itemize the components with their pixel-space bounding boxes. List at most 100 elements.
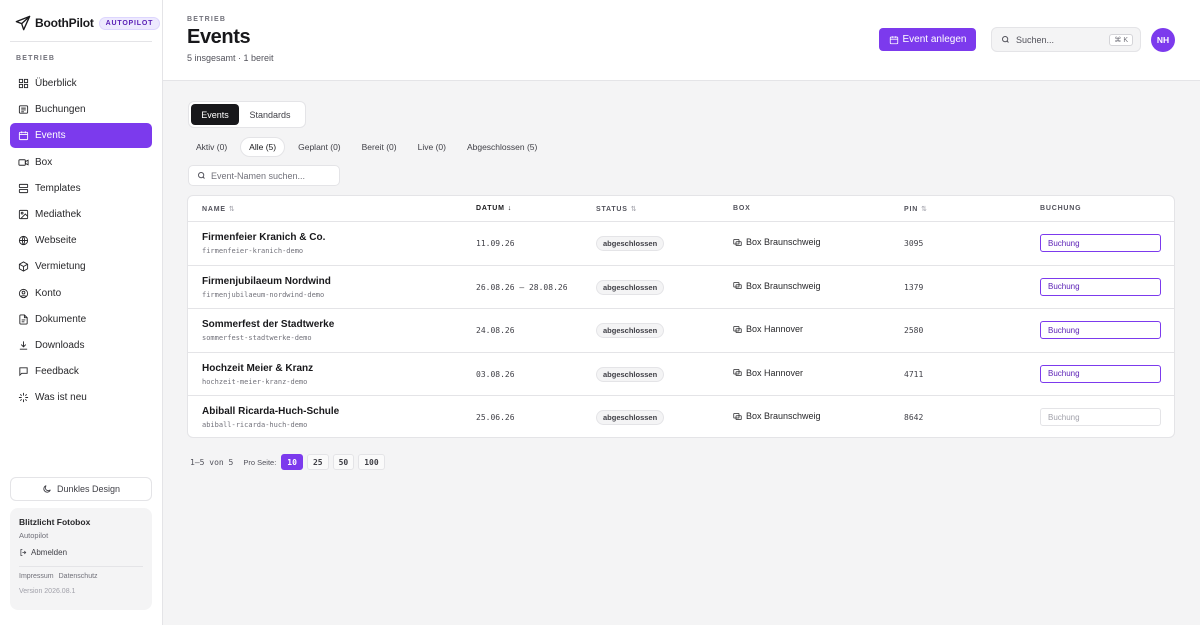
event-pin: 4711 [904, 369, 924, 379]
create-event-button[interactable]: Event anlegen [879, 28, 976, 51]
event-slug: abiball-ricarda-huch-demo [202, 421, 308, 429]
event-pin: 8642 [904, 413, 924, 422]
tab-events[interactable]: Events [191, 104, 239, 125]
global-search[interactable]: Suchen... ⌘ K [991, 27, 1141, 52]
event-slug: firmenjubilaeum-nordwind-demo [202, 290, 325, 299]
booking-button[interactable]: Buchung [1040, 364, 1161, 383]
event-pin: 2580 [904, 326, 924, 335]
list-icon [18, 105, 29, 114]
sidebar-item-buchungen[interactable]: Buchungen [10, 97, 152, 122]
filter-geplant[interactable]: Geplant (0) [290, 137, 349, 157]
sidebar-item-events[interactable]: Events [10, 123, 152, 149]
event-box: Box Braunschweig [733, 411, 821, 421]
brand-name: BoothPilot [35, 16, 94, 30]
filter-aktiv[interactable]: Aktiv (0) [188, 137, 235, 157]
tab-standards[interactable]: Standards [239, 104, 301, 125]
event-name[interactable]: Hochzeit Meier & Kranz [202, 363, 313, 374]
booking-button[interactable]: Buchung [1040, 408, 1161, 426]
filter-abgeschlossen[interactable]: Abgeschlossen (5) [459, 137, 545, 157]
sidebar-item-templates[interactable]: Templates [10, 176, 152, 201]
booking-button[interactable]: Buchung [1040, 277, 1161, 296]
event-name[interactable]: Firmenjubilaeum Nordwind [202, 276, 331, 287]
image-icon [18, 209, 29, 220]
event-search-input[interactable] [211, 170, 336, 181]
imprint-link[interactable]: Impressum [19, 573, 54, 580]
brand[interactable]: BoothPilot AUTOPILOT [15, 14, 161, 32]
sidebar-nav: Überblick Buchungen Events Box Templates… [10, 71, 152, 411]
table-row[interactable]: Abiball Ricarda-Huch-Schule abiball-rica… [188, 396, 1174, 437]
event-slug: sommerfest-stadtwerke-demo [202, 334, 312, 342]
table-row[interactable]: Firmenfeier Kranich & Co. firmenfeier-kr… [188, 222, 1174, 266]
sidebar-item-label: Templates [35, 182, 81, 194]
logout-button[interactable]: Abmelden [19, 548, 143, 557]
table-row[interactable]: Hochzeit Meier & Kranz hochzeit-meier-kr… [188, 353, 1174, 396]
per-page-50[interactable]: 50 [332, 454, 355, 470]
per-page-25[interactable]: 25 [306, 454, 329, 470]
account-divider [19, 566, 143, 567]
booking-button[interactable]: Buchung [1040, 234, 1161, 252]
pagination-range: 1–5 von 5 [190, 457, 234, 467]
event-box: Box Braunschweig [733, 237, 821, 247]
column-label: DATUM [476, 205, 505, 212]
sidebar-item-dokumente[interactable]: Dokumente [10, 307, 152, 332]
global-search-placeholder: Suchen... [1016, 34, 1055, 45]
sidebar-item-vermietung[interactable]: Vermietung [10, 254, 152, 279]
column-label: PIN [904, 205, 919, 213]
table-header: NAME ⇅ DATUM ↓ STATUS ⇅ BOX PIN ⇅ BUCHUNG [188, 196, 1174, 222]
table-row[interactable]: Firmenjubilaeum Nordwind firmenjubilaeum… [188, 266, 1174, 309]
file-icon [19, 314, 28, 325]
event-box: Box Braunschweig [733, 281, 821, 291]
event-search [188, 165, 340, 186]
page-header: BETRIEB Events 5 insgesamt · 1 bereit Ev… [163, 0, 1200, 81]
column-label: STATUS [596, 205, 628, 213]
filter-alle[interactable]: Alle (5) [240, 137, 286, 157]
create-event-label: Event anlegen [902, 34, 967, 45]
avatar[interactable]: NH [1151, 28, 1175, 52]
booking-button[interactable]: Buchung [1040, 321, 1161, 339]
table-row[interactable]: Sommerfest der Stadtwerke sommerfest-sta… [188, 309, 1174, 353]
per-page-100[interactable]: 100 [358, 454, 385, 470]
event-date: 03.08.26 [476, 369, 515, 379]
sidebar-item-downloads[interactable]: Downloads [10, 333, 152, 358]
sidebar-item-feedback[interactable]: Feedback [10, 359, 152, 384]
sidebar-item-box[interactable]: Box [10, 150, 152, 175]
package-icon [18, 261, 29, 272]
filter-live[interactable]: Live (0) [410, 137, 454, 157]
column-pin[interactable]: PIN ⇅ [904, 205, 928, 214]
sidebar-item-was-ist-neu[interactable]: Was ist neu [10, 385, 152, 410]
download-icon [19, 341, 28, 350]
event-date: 25.06.26 [476, 413, 515, 422]
globe-icon [18, 236, 29, 246]
event-name[interactable]: Firmenfeier Kranich & Co. [202, 232, 325, 243]
account-plan: Autopilot [19, 531, 49, 540]
column-datum[interactable]: DATUM ↓ [476, 205, 512, 212]
status-badge: abgeschlossen [596, 279, 665, 295]
sidebar: BoothPilot AUTOPILOT BETRIEB Überblick B… [0, 0, 163, 625]
column-status[interactable]: STATUS ⇅ [596, 205, 637, 214]
dark-mode-button[interactable]: Dunkles Design [10, 477, 152, 501]
sidebar-item-label: Dokumente [35, 313, 87, 325]
event-date: 11.09.26 [476, 239, 515, 248]
event-box: Box Hannover [733, 324, 803, 334]
status-badge: abgeschlossen [596, 236, 665, 251]
sort-icon: ⇅ [228, 206, 236, 213]
box-name: Box Hannover [746, 367, 804, 378]
sidebar-item-label: Was ist neu [35, 392, 87, 404]
event-name[interactable]: Sommerfest der Stadtwerke [202, 319, 334, 330]
filter-bereit[interactable]: Bereit (0) [354, 137, 405, 157]
sidebar-item-mediathek[interactable]: Mediathek [10, 202, 152, 227]
sidebar-item-label: Mediathek [35, 208, 82, 220]
box-icon [733, 369, 742, 376]
per-page-10[interactable]: 10 [281, 454, 303, 470]
account-card: Blitzlicht Fotobox Autopilot Abmelden Im… [10, 508, 152, 610]
sidebar-item-webseite[interactable]: Webseite [10, 228, 152, 253]
sidebar-item-ueberblick[interactable]: Überblick [10, 71, 152, 96]
column-name[interactable]: NAME ⇅ [202, 205, 236, 214]
box-name: Box Braunschweig [746, 280, 821, 291]
layers-icon [18, 183, 29, 193]
event-name[interactable]: Abiball Ricarda-Huch-Schule [202, 406, 339, 417]
sidebar-item-konto[interactable]: Konto [10, 281, 152, 306]
privacy-link[interactable]: Datenschutz [59, 573, 98, 580]
user-icon [18, 288, 29, 298]
column-label: BUCHUNG [1040, 205, 1082, 212]
